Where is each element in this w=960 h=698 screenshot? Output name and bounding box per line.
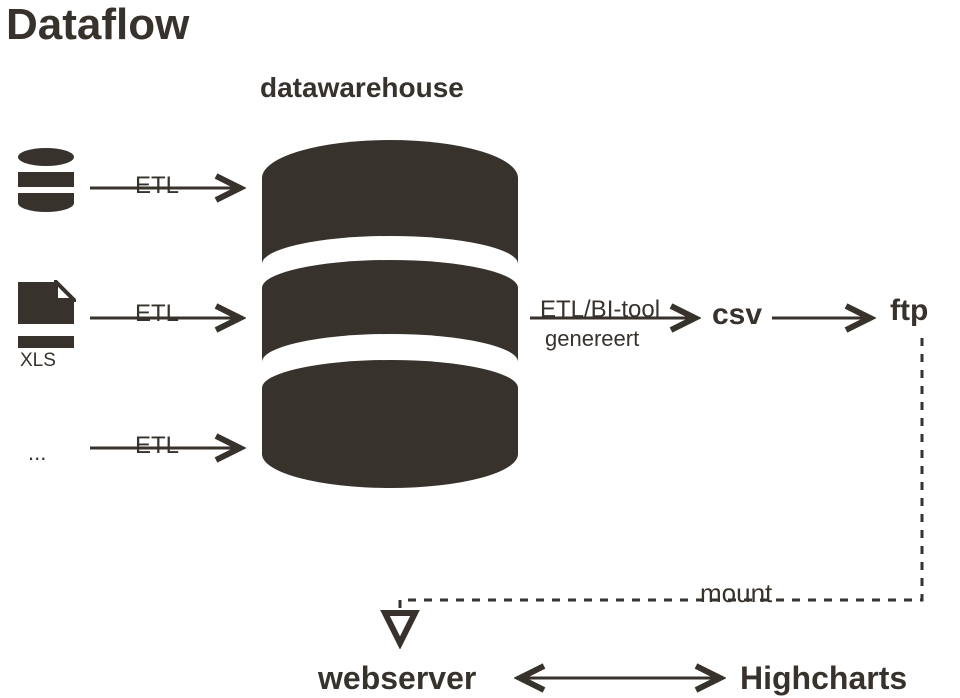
arrows-layer: [0, 0, 960, 698]
